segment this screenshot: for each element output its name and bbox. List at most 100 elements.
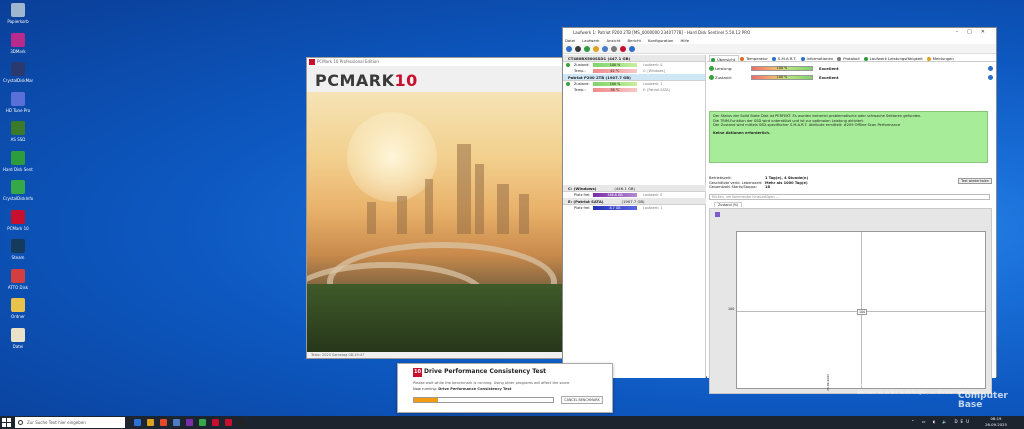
taskbar-app-icon[interactable] bbox=[199, 419, 206, 426]
health-row: Leistung: 100 % Excellent bbox=[707, 64, 996, 73]
desktop-icon[interactable]: ATTO Disk bbox=[3, 268, 33, 290]
clock-date: 26.09.2025 bbox=[985, 422, 1007, 427]
disk-entry[interactable]: Patriot P200 2TB (1907.7 GB) bbox=[563, 74, 705, 81]
help-icon[interactable] bbox=[988, 66, 993, 71]
search-icon bbox=[18, 420, 23, 425]
disk-note: E: [Patriot SATA] bbox=[643, 88, 670, 92]
menu-item[interactable]: Ansicht bbox=[606, 38, 620, 43]
taskbar-app-icon[interactable] bbox=[225, 419, 232, 426]
desktop-icon-image bbox=[11, 62, 25, 76]
desktop-icon[interactable]: CrystalDiskInfo bbox=[3, 180, 33, 201]
partition-entry[interactable]: E: (Patriot SATA) (1907.7 GB) bbox=[563, 198, 706, 205]
partition-name: E: (Patriot SATA) bbox=[568, 199, 604, 204]
taskbar-app-icon[interactable] bbox=[147, 419, 154, 426]
free-space-bar: 8.7 GB bbox=[593, 206, 637, 210]
desktop-icon[interactable]: Hard Disk Sentinel bbox=[3, 150, 33, 172]
report-icon[interactable] bbox=[593, 46, 599, 52]
details-tabs: Übersicht Temperatur S.M.A.R.T. Information… bbox=[707, 55, 996, 62]
pcmark-window[interactable]: PCMark 10 Professional Edition PCMARK10 … bbox=[306, 57, 563, 359]
tab-3[interactable]: Informationen bbox=[800, 55, 837, 61]
desktop-icon-label: Ordner bbox=[11, 314, 25, 319]
help-icon[interactable] bbox=[629, 46, 635, 52]
pcmark-brand-main: PCMARK bbox=[315, 71, 395, 90]
settings-icon[interactable] bbox=[602, 46, 608, 52]
tower bbox=[457, 144, 471, 234]
tab-1[interactable]: Temperatur bbox=[739, 55, 771, 61]
tab-2[interactable]: S.M.A.R.T. bbox=[771, 55, 800, 61]
desktop-icon[interactable]: 3DMark bbox=[3, 32, 33, 54]
help-icon[interactable] bbox=[988, 75, 993, 80]
desktop-icon[interactable]: AS SSD bbox=[3, 121, 33, 142]
hds-titlebar[interactable]: Laufwerk 1: Patriot P200 2TB [MS_0000000… bbox=[563, 28, 996, 37]
start-button[interactable] bbox=[2, 418, 11, 427]
taskbar-app-icon[interactable] bbox=[160, 419, 167, 426]
desktop-icon-image bbox=[11, 121, 25, 135]
desktop-icon-image bbox=[11, 327, 25, 342]
menu-item[interactable]: Laufwerk bbox=[582, 38, 599, 43]
desktop-icon-label: CrystalDiskMark bbox=[3, 78, 33, 83]
taskbar-search-input[interactable]: Zur Suche Text hier eingeben bbox=[15, 417, 125, 428]
free-space-value: 346.8 GB bbox=[607, 193, 623, 197]
health-label: Leistung: bbox=[715, 66, 733, 71]
info-rows: Betriebszeit: 1 Tag(e), 4 Stunde(n) Geschä… bbox=[709, 176, 994, 190]
desktop-icon[interactable]: HD Tune Pro bbox=[3, 91, 33, 113]
benchmark-progress-bar bbox=[413, 397, 554, 403]
taskbar-app-icon[interactable] bbox=[212, 419, 219, 426]
cancel-benchmark-button[interactable]: CANCEL BENCHMARK bbox=[561, 396, 603, 404]
desktop-icon[interactable]: Steam bbox=[3, 239, 33, 260]
health-rating: Excellent bbox=[819, 75, 839, 80]
disk-row-label: Temp.: bbox=[574, 69, 586, 73]
info-value: Mehr als 1000 Tag(e) bbox=[765, 180, 808, 185]
chart-options-icon[interactable] bbox=[715, 212, 720, 217]
disk-entry[interactable]: CT480BX500SSD1 (447.1 GB) bbox=[563, 55, 705, 62]
windows-logo-quad bbox=[7, 423, 11, 427]
tab-label: Laufwerk Leistungsfähigkeit bbox=[869, 56, 923, 61]
pcmark-titlebar[interactable]: PCMark 10 Professional Edition bbox=[307, 58, 562, 66]
windows-logo-quad bbox=[7, 418, 11, 422]
tab-label: S.M.A.R.T. bbox=[777, 56, 797, 61]
partition-note: Laufwerk: 0 bbox=[643, 193, 663, 197]
desktop-icon[interactable]: Papierkorb bbox=[3, 3, 33, 24]
tray-icons[interactable]: ⌃ ▭ ◖ 🔈 DEU bbox=[911, 419, 972, 424]
benchmark-dialog[interactable]: 10 Drive Performance Consistency Test Pl… bbox=[397, 363, 613, 413]
menu-item[interactable]: Datei bbox=[565, 38, 575, 43]
desktop-icon[interactable]: PCMark 10 bbox=[3, 209, 33, 231]
desktop-icon-image bbox=[11, 239, 25, 253]
desktop-icon[interactable]: Datei bbox=[3, 327, 33, 349]
health-icon[interactable] bbox=[584, 46, 590, 52]
notes-input[interactable]: Klicken, um Kommentar hinzuzufügen ... bbox=[709, 194, 990, 200]
taskbar: Zur Suche Text hier eingeben ⌃ ▭ ◖ 🔈 DEU… bbox=[0, 416, 1024, 429]
repeat-test-button[interactable]: Test wiederholen bbox=[958, 178, 992, 184]
running-prefix: Now running: bbox=[413, 387, 438, 391]
window-controls[interactable]: –□✕ bbox=[956, 28, 994, 37]
menu-item[interactable]: Bericht bbox=[628, 38, 642, 43]
pcmark-status: Tests: 2025 Samstag 08:19:47 bbox=[307, 352, 562, 358]
windows-logo-quad bbox=[2, 418, 6, 422]
sun-glow bbox=[347, 112, 437, 202]
tower bbox=[497, 184, 509, 234]
info-icon[interactable] bbox=[611, 46, 617, 52]
taskbar-app-icon[interactable] bbox=[173, 419, 180, 426]
alert-icon[interactable] bbox=[620, 46, 626, 52]
tab-6[interactable]: Meldungen bbox=[926, 55, 957, 61]
dialog-title: Drive Performance Consistency Test bbox=[424, 368, 547, 375]
taskbar-app-icon[interactable] bbox=[238, 419, 245, 426]
tab-5[interactable]: Laufwerk Leistungsfähigkeit bbox=[863, 55, 926, 61]
taskbar-app-icon[interactable] bbox=[134, 419, 141, 426]
disk-icon[interactable] bbox=[575, 46, 581, 52]
tab-4[interactable]: Protokoll bbox=[836, 55, 862, 61]
refresh-icon[interactable] bbox=[566, 46, 572, 52]
menu-item[interactable]: Konfiguration bbox=[648, 38, 673, 43]
desktop-icon[interactable]: CrystalDiskMark bbox=[3, 62, 33, 83]
pcmark-brand: PCMARK10 bbox=[315, 71, 418, 90]
health-value: 100 % bbox=[776, 75, 788, 79]
desktop-icon[interactable]: Ordner bbox=[3, 298, 33, 319]
free-space-label: Platz frei: bbox=[574, 193, 591, 197]
clock[interactable]: 08:19 26.09.2025 bbox=[976, 416, 1016, 428]
taskbar-app-icon[interactable] bbox=[186, 419, 193, 426]
partition-entry[interactable]: C: (Windows) (446.1 GB) bbox=[563, 185, 706, 192]
tab-0[interactable]: Übersicht bbox=[709, 55, 740, 62]
menu-item[interactable]: Hilfe bbox=[680, 38, 689, 43]
chart-tab-health[interactable]: Zustand (%) bbox=[714, 202, 743, 207]
hds-window[interactable]: Laufwerk 1: Patriot P200 2TB [MS_0000000… bbox=[562, 27, 997, 394]
